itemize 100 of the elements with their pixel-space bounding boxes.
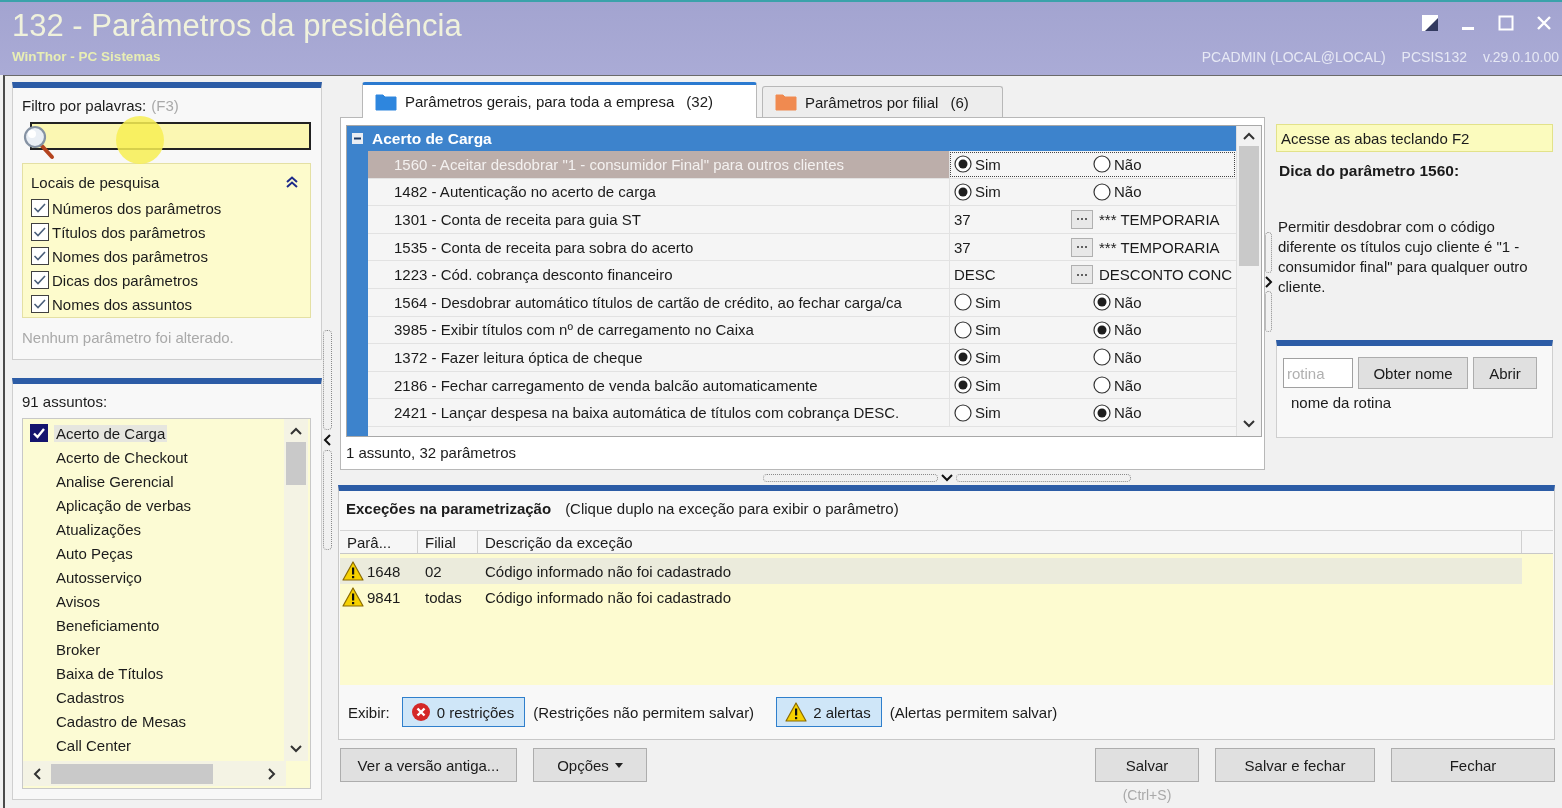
collapse-icon[interactable] bbox=[352, 133, 363, 144]
radio-option[interactable]: Sim bbox=[954, 320, 1093, 339]
radio-option[interactable]: Sim bbox=[954, 155, 1093, 174]
checkbox-icon[interactable] bbox=[31, 199, 49, 217]
radio-icon[interactable] bbox=[954, 293, 972, 312]
checkbox-option[interactable]: Nomes dos parâmetros bbox=[31, 244, 302, 268]
chevron-up-icon[interactable] bbox=[1243, 132, 1255, 140]
parameter-name[interactable]: 2186 - Fechar carregamento de venda balcão automaticamente bbox=[368, 371, 949, 399]
double-chevron-icon[interactable] bbox=[286, 176, 298, 188]
radio-icon[interactable] bbox=[954, 155, 972, 174]
column-header[interactable]: Descrição da exceção bbox=[478, 531, 1522, 553]
chevron-down-icon[interactable] bbox=[1243, 420, 1255, 428]
scrollbar-thumb[interactable] bbox=[286, 442, 306, 485]
table-row[interactable]: 9841 todas Código informado não foi cadastrado bbox=[340, 584, 1522, 610]
list-item[interactable]: Cadastros bbox=[30, 685, 284, 709]
chevron-left-icon[interactable] bbox=[323, 434, 331, 446]
list-item[interactable]: Beneficiamento bbox=[30, 613, 284, 637]
radio-icon[interactable] bbox=[1093, 376, 1111, 395]
radio-option[interactable]: Não bbox=[1093, 348, 1232, 367]
list-item[interactable]: Cadastro de Mesas bbox=[30, 709, 284, 733]
checkbox-option[interactable]: Dicas dos parâmetros bbox=[31, 268, 302, 292]
parameter-name[interactable]: 1535 - Conta de receita para sobra do acerto bbox=[368, 233, 949, 261]
checkbox-icon[interactable] bbox=[31, 247, 49, 265]
open-button[interactable]: Abrir bbox=[1473, 357, 1537, 389]
list-item[interactable]: Call Center bbox=[30, 733, 284, 757]
radio-option[interactable]: Sim bbox=[954, 293, 1093, 312]
footer-button[interactable]: Fechar bbox=[1391, 748, 1555, 782]
radio-option[interactable]: Sim bbox=[954, 348, 1093, 367]
checkbox-icon[interactable] bbox=[30, 424, 48, 442]
chevron-left-icon[interactable] bbox=[33, 767, 41, 780]
radio-option[interactable]: Não bbox=[1093, 182, 1232, 201]
footer-button[interactable]: Salvar bbox=[1095, 748, 1199, 782]
radio-icon[interactable] bbox=[1093, 155, 1111, 174]
radio-option[interactable]: Não bbox=[1093, 320, 1232, 339]
radio-icon[interactable] bbox=[954, 403, 972, 422]
checkbox-option[interactable]: Números dos parâmetros bbox=[31, 196, 302, 220]
list-item[interactable]: Baixa de Títulos bbox=[30, 661, 284, 685]
lookup-button[interactable] bbox=[1071, 237, 1093, 257]
checkbox-icon[interactable] bbox=[31, 271, 49, 289]
parameter-name[interactable]: 1482 - Autenticação no acerto de carga bbox=[368, 178, 949, 206]
parameter-name[interactable]: 1564 - Desdobrar automático títulos de cartão de crédito, ao fechar carga/ca bbox=[368, 288, 949, 316]
radio-option[interactable]: Não bbox=[1093, 376, 1232, 395]
chevron-down-icon[interactable] bbox=[940, 473, 953, 482]
radio-icon[interactable] bbox=[1093, 348, 1111, 367]
list-item[interactable]: Acerto de Carga bbox=[30, 421, 284, 445]
tab[interactable]: Parâmetros por filial (6) bbox=[762, 86, 1003, 117]
list-item[interactable]: Analise Gerencial bbox=[30, 469, 284, 493]
chevron-up-icon[interactable] bbox=[290, 427, 302, 435]
list-item[interactable]: Aplicação de verbas bbox=[30, 493, 284, 517]
chevron-right-icon[interactable] bbox=[268, 767, 276, 780]
radio-icon[interactable] bbox=[1093, 182, 1111, 201]
parameter-name[interactable]: 2421 - Lançar despesa na baixa automática de títulos com cobrança DESC. bbox=[368, 399, 949, 426]
scrollbar-thumb[interactable] bbox=[1239, 146, 1259, 266]
footer-button[interactable]: Ver a versão antiga... bbox=[340, 748, 517, 782]
list-item[interactable]: Auto Peças bbox=[30, 541, 284, 565]
column-header[interactable]: Filial bbox=[418, 531, 478, 553]
radio-icon[interactable] bbox=[954, 320, 972, 339]
radio-option[interactable]: Não bbox=[1093, 293, 1232, 312]
routine-field[interactable]: rotina bbox=[1283, 358, 1353, 388]
lookup-button[interactable] bbox=[1071, 265, 1093, 285]
parameter-name[interactable]: 1223 - Cód. cobrança desconto financeiro bbox=[368, 261, 949, 288]
toggle-button[interactable]: 0 restrições bbox=[401, 697, 526, 727]
radio-option[interactable]: Não bbox=[1093, 403, 1232, 422]
radio-option[interactable]: Sim bbox=[954, 403, 1093, 422]
lookup-button[interactable] bbox=[1071, 210, 1093, 229]
checkbox-option[interactable]: Títulos dos parâmetros bbox=[31, 220, 302, 244]
checkbox-option[interactable]: Nomes dos assuntos bbox=[31, 292, 302, 316]
radio-option[interactable]: Não bbox=[1093, 155, 1232, 174]
radio-icon[interactable] bbox=[1093, 293, 1111, 312]
column-header[interactable]: Parâ... bbox=[340, 531, 418, 553]
parameter-name[interactable]: 1301 - Conta de receita para guia ST bbox=[368, 206, 949, 233]
list-item[interactable]: Avisos bbox=[30, 589, 284, 613]
list-item[interactable]: Acerto de Checkout bbox=[30, 445, 284, 469]
tab[interactable]: Parâmetros gerais, para toda a empresa (32) bbox=[362, 82, 757, 118]
footer-button[interactable]: Salvar e fechar bbox=[1215, 748, 1375, 782]
chevron-right-icon[interactable] bbox=[1264, 276, 1273, 288]
radio-option[interactable]: Sim bbox=[954, 182, 1093, 201]
chevron-down-icon[interactable] bbox=[290, 745, 302, 753]
parameter-name[interactable]: 3985 - Exibir títulos com nº de carregamento no Caixa bbox=[368, 316, 949, 344]
parameter-name[interactable]: 1372 - Fazer leitura óptica de cheque bbox=[368, 344, 949, 371]
table-row[interactable]: 1648 02 Código informado não foi cadastrado bbox=[340, 558, 1522, 584]
get-name-button[interactable]: Obter nome bbox=[1358, 357, 1468, 389]
radio-icon[interactable] bbox=[1093, 320, 1111, 339]
scrollbar[interactable] bbox=[284, 419, 308, 761]
radio-icon[interactable] bbox=[954, 348, 972, 367]
list-item[interactable]: Broker bbox=[30, 637, 284, 661]
toggle-button[interactable]: 2 alertas bbox=[776, 697, 882, 727]
list-item[interactable]: Atualizações bbox=[30, 517, 284, 541]
scrollbar[interactable] bbox=[23, 761, 286, 786]
radio-icon[interactable] bbox=[1093, 403, 1111, 422]
scrollbar[interactable] bbox=[1236, 126, 1261, 436]
checkbox-icon[interactable] bbox=[31, 223, 49, 241]
list-item[interactable]: Autosserviço bbox=[30, 565, 284, 589]
radio-icon[interactable] bbox=[954, 182, 972, 201]
footer-button[interactable]: Opções bbox=[533, 748, 647, 782]
checkbox-icon[interactable] bbox=[31, 295, 49, 313]
radio-icon[interactable] bbox=[954, 376, 972, 395]
radio-option[interactable]: Sim bbox=[954, 376, 1093, 395]
scrollbar-thumb[interactable] bbox=[51, 763, 213, 784]
half-filled-square-icon[interactable] bbox=[1422, 15, 1438, 31]
